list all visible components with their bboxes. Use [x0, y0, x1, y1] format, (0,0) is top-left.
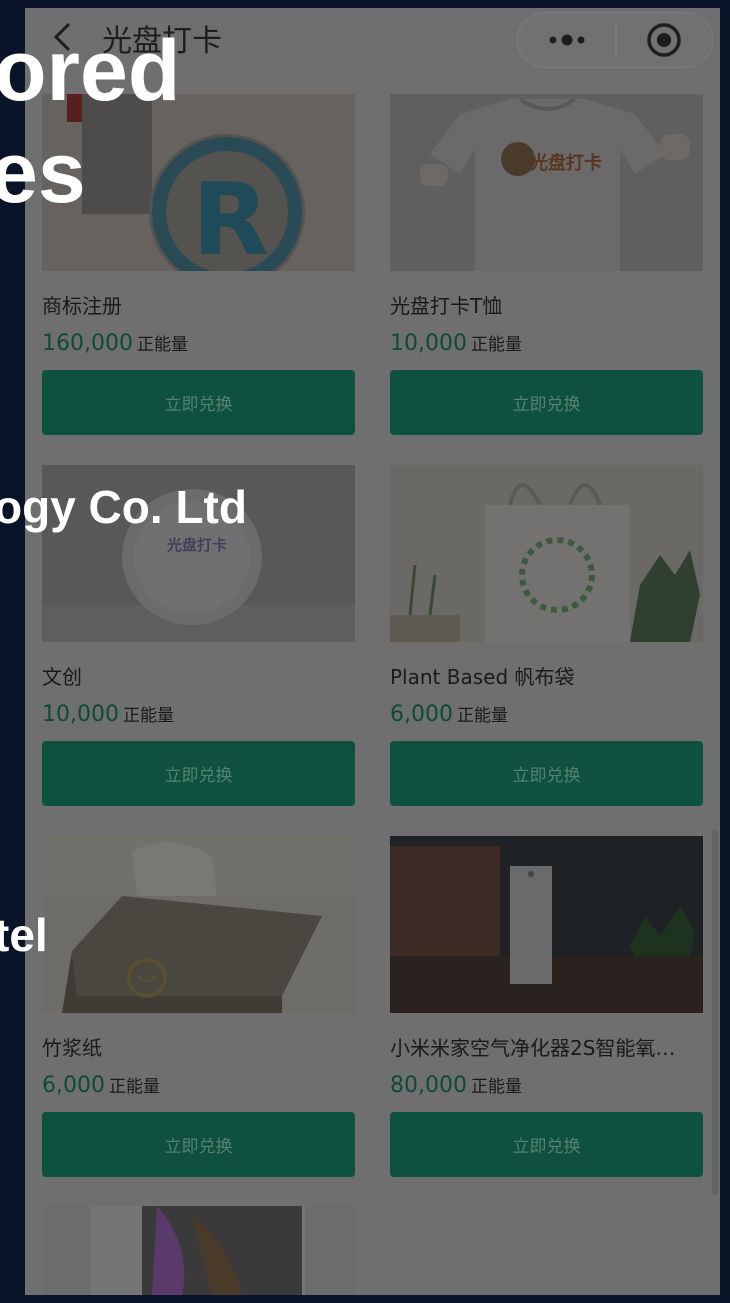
background-slide-text-4: tel [0, 909, 48, 961]
product-price-unit: 正能量 [122, 706, 174, 726]
product-price-unit: 正能量 [470, 335, 522, 355]
product-price-row: 10,000 正能量 [390, 330, 522, 356]
mini-program-screen: 光盘打卡 R 商标注册 160,000 正能量 立即兑换 光盘打卡 光盘打卡T恤… [25, 8, 720, 1295]
product-price-unit: 正能量 [108, 1077, 160, 1097]
product-price-row: 80,000 正能量 [390, 1072, 522, 1098]
background-slide-text-1: ored [0, 23, 181, 119]
redeem-button[interactable]: 立即兑换 [390, 741, 703, 806]
product-price: 6,000 [42, 1073, 105, 1098]
capsule-menu [517, 12, 713, 68]
product-name: 商标注册 [42, 294, 122, 318]
product-price-row: 160,000 正能量 [42, 330, 188, 356]
redeem-button[interactable]: 立即兑换 [390, 370, 703, 435]
product-name: 竹浆纸 [42, 1036, 102, 1060]
background-slide-text-2: es [0, 125, 86, 221]
product-price-unit: 正能量 [470, 1077, 522, 1097]
product-price: 80,000 [390, 1073, 467, 1098]
product-image-tote-bag[interactable] [390, 465, 703, 642]
scrollbar[interactable] [712, 830, 718, 1195]
product-price: 6,000 [390, 702, 453, 727]
product-image-tissue-box[interactable] [42, 836, 355, 1013]
svg-text:R: R [192, 161, 269, 271]
product-image-iphone[interactable] [42, 1206, 355, 1295]
product-name: 小米米家空气净化器2S智能氧… [390, 1036, 676, 1060]
product-image-registered-trademark[interactable]: R [42, 94, 355, 271]
target-circle-icon[interactable] [616, 13, 712, 66]
background-slide-text-3: ogy Co. Ltd [0, 481, 247, 533]
svg-text:光盘打卡: 光盘打卡 [529, 152, 602, 174]
product-name: 文创 [42, 665, 82, 689]
product-price-unit: 正能量 [456, 706, 508, 726]
product-name: Plant Based 帆布袋 [390, 665, 575, 689]
product-price: 10,000 [390, 331, 467, 356]
svg-text:光盘打卡: 光盘打卡 [166, 536, 227, 554]
redeem-button[interactable]: 立即兑换 [42, 741, 355, 806]
product-image-air-purifier[interactable] [390, 836, 703, 1013]
product-name: 光盘打卡T恤 [390, 294, 503, 318]
product-price-row: 6,000 正能量 [42, 1072, 160, 1098]
product-price-row: 6,000 正能量 [390, 701, 508, 727]
product-price: 160,000 [42, 331, 133, 356]
redeem-button[interactable]: 立即兑换 [390, 1112, 703, 1177]
redeem-button[interactable]: 立即兑换 [42, 1112, 355, 1177]
more-dots-icon[interactable] [518, 13, 615, 66]
product-price: 10,000 [42, 702, 119, 727]
product-price-row: 10,000 正能量 [42, 701, 174, 727]
product-price-unit: 正能量 [136, 335, 188, 355]
product-image-tshirt[interactable]: 光盘打卡 [390, 94, 703, 271]
redeem-button[interactable]: 立即兑换 [42, 370, 355, 435]
